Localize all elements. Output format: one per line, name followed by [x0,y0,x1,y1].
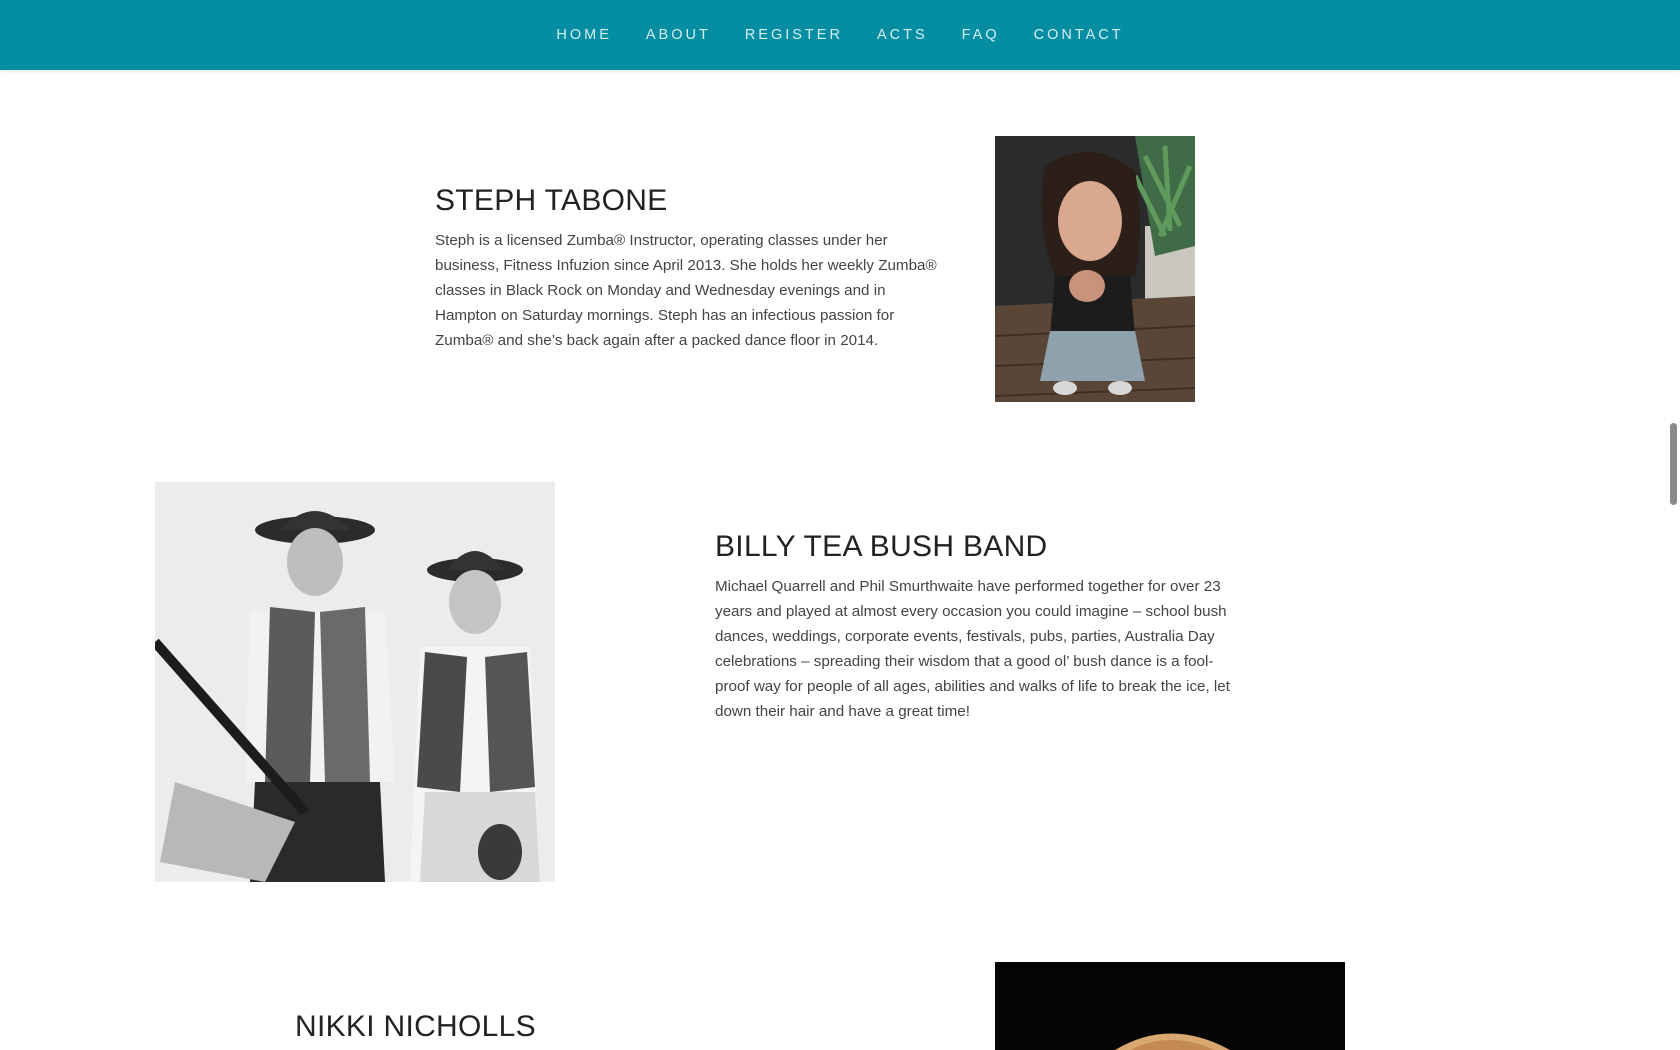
nav-item-register: REGISTER [728,27,860,43]
act-photo-nikki-nicholls [995,962,1345,1050]
top-navigation: HOME ABOUT REGISTER ACTS FAQ CONTACT [0,0,1680,70]
nav-item-faq: FAQ [945,27,1017,43]
act-title: BILLY TEA BUSH BAND [715,530,1048,563]
nav-link-contact[interactable]: CONTACT [1017,27,1141,43]
nav-item-acts: ACTS [860,27,945,43]
nav-link-faq[interactable]: FAQ [945,27,1017,43]
act-title: STEPH TABONE [435,184,668,217]
act-title: NIKKI NICHOLLS [295,1010,536,1043]
nav-link-acts[interactable]: ACTS [860,27,945,43]
act-description: Steph is a licensed Zumba® Instructor, o… [435,232,937,349]
nav-link-register[interactable]: REGISTER [728,27,860,43]
portrait-image [995,962,1345,1050]
nav-menu: HOME ABOUT REGISTER ACTS FAQ CONTACT [539,27,1140,43]
page-scrollbar-thumb[interactable] [1670,423,1677,505]
nav-item-about: ABOUT [629,27,728,43]
nav-link-home[interactable]: HOME [539,27,629,43]
nav-item-home: HOME [539,27,629,43]
act-description: Michael Quarrell and Phil Smurthwaite ha… [715,578,1230,720]
portrait-image [995,136,1195,402]
act-photo-steph-tabone [995,136,1195,402]
nav-link-about[interactable]: ABOUT [629,27,728,43]
act-photo-billy-tea-bush-band [155,482,555,882]
band-photo-image [155,482,555,882]
nav-item-contact: CONTACT [1017,27,1141,43]
